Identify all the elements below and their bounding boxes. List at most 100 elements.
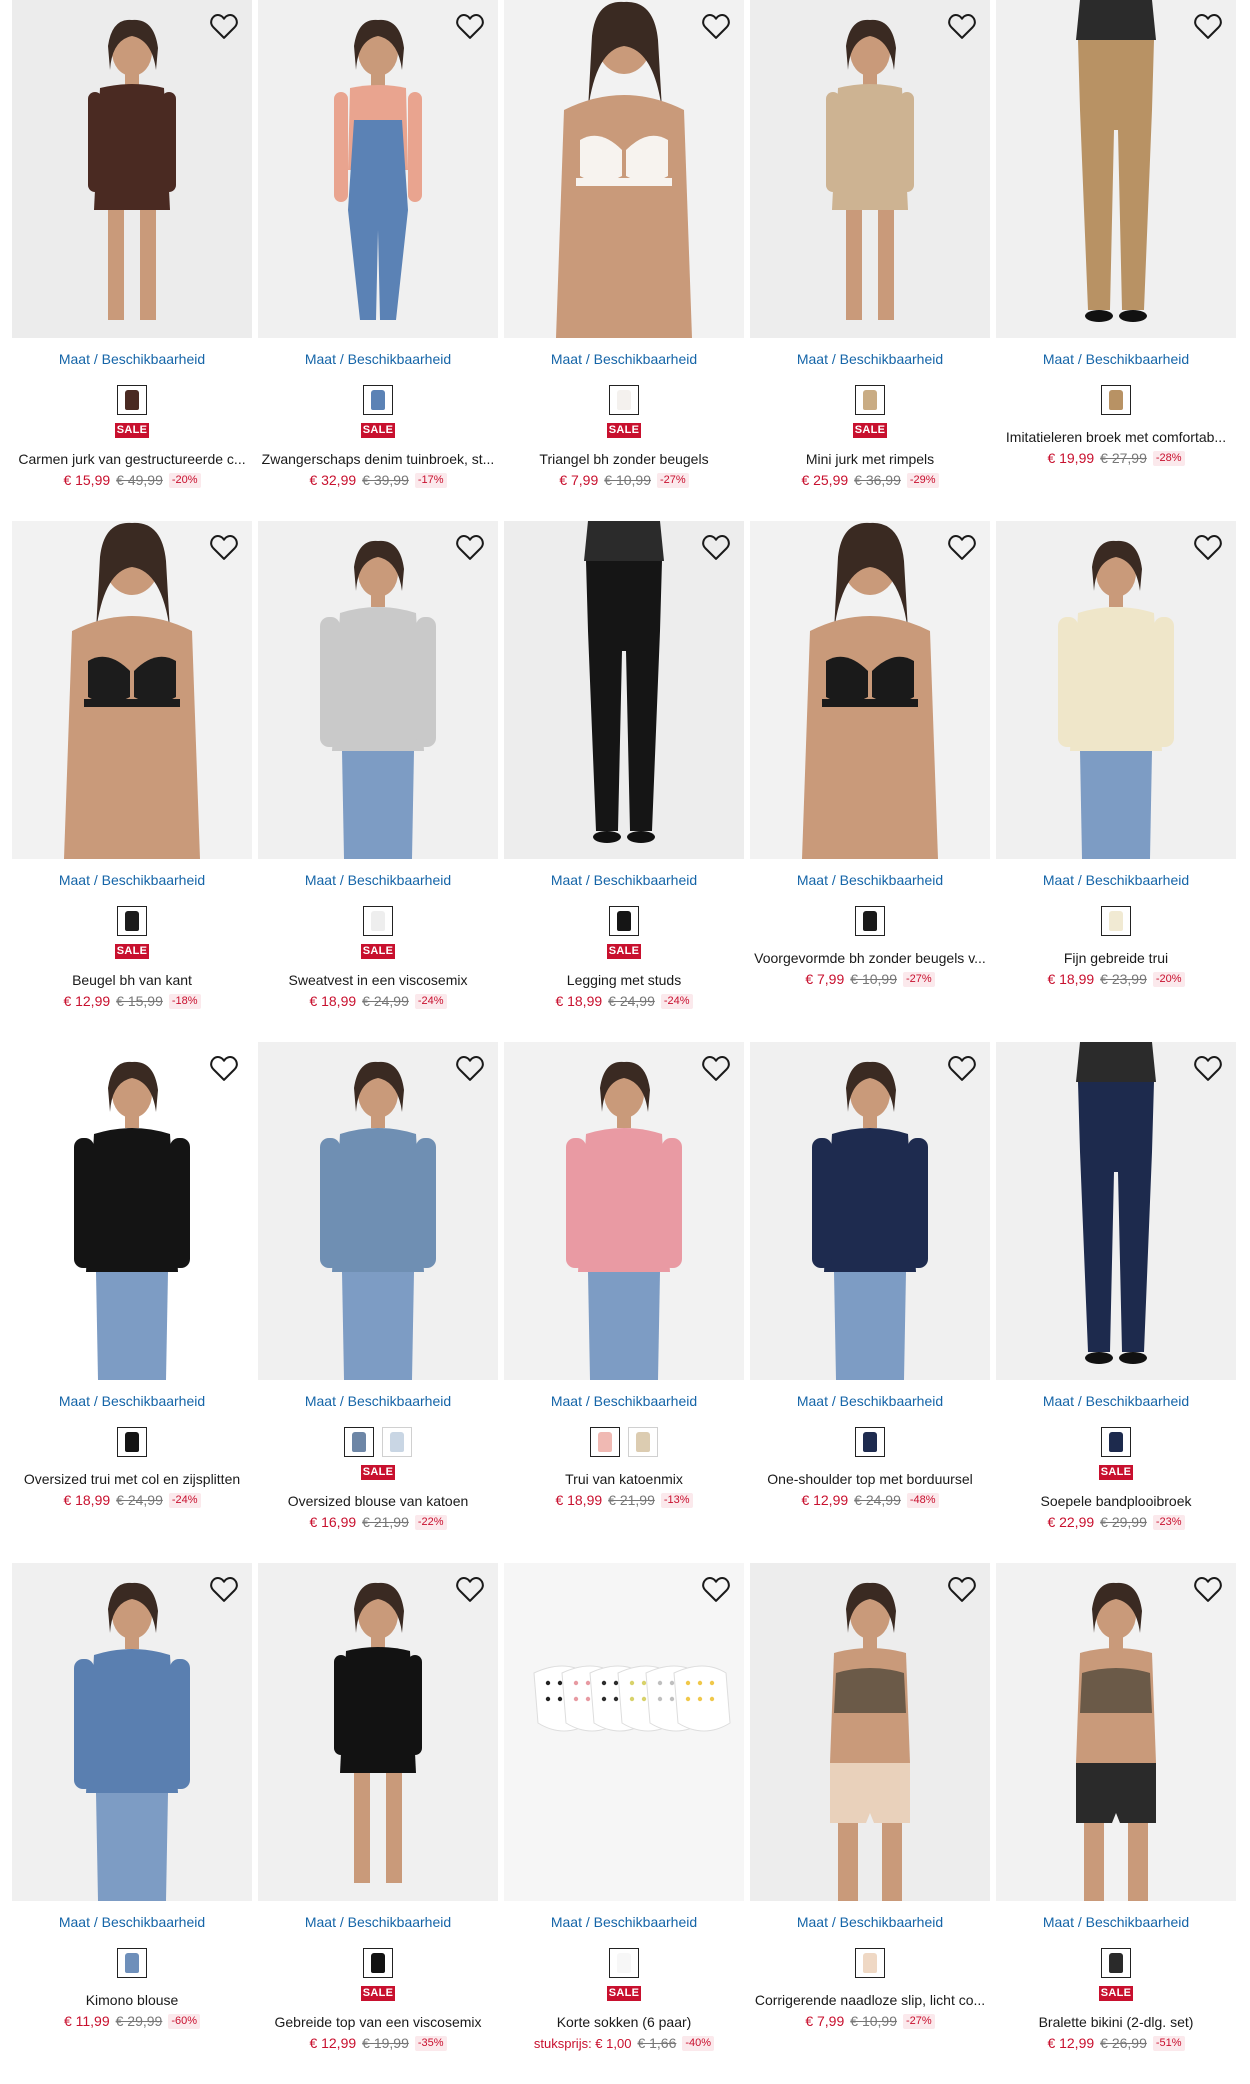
- wishlist-heart-icon[interactable]: [1192, 1573, 1224, 1605]
- color-swatch[interactable]: [855, 1427, 885, 1457]
- wishlist-heart-icon[interactable]: [946, 1573, 978, 1605]
- wishlist-heart-icon[interactable]: [454, 10, 486, 42]
- color-swatch[interactable]: [855, 906, 885, 936]
- wishlist-heart-icon[interactable]: [208, 10, 240, 42]
- product-card[interactable]: Maat / Beschikbaarheid SALE Legging met …: [504, 521, 744, 1042]
- product-card[interactable]: Maat / Beschikbaarheid SALE Triangel bh …: [504, 0, 744, 521]
- color-swatch[interactable]: [117, 1427, 147, 1457]
- product-name[interactable]: Voorgevormde bh zonder beugels v...: [750, 949, 990, 967]
- product-image[interactable]: [258, 1042, 498, 1380]
- product-image[interactable]: [996, 0, 1236, 338]
- product-card[interactable]: Maat / Beschikbaarheid SALE Carmen jurk …: [12, 0, 252, 521]
- product-name[interactable]: Oversized blouse van katoen: [258, 1492, 498, 1510]
- wishlist-heart-icon[interactable]: [208, 1052, 240, 1084]
- wishlist-heart-icon[interactable]: [1192, 1052, 1224, 1084]
- product-name[interactable]: Bralette bikini (2-dlg. set): [996, 2013, 1236, 2031]
- size-availability-link[interactable]: Maat / Beschikbaarheid: [12, 871, 252, 889]
- product-card[interactable]: Maat / Beschikbaarheid Imitatieleren bro…: [996, 0, 1236, 521]
- product-card[interactable]: Maat / Beschikbaarheid SALE Korte sokken…: [504, 1563, 744, 2084]
- product-name[interactable]: Triangel bh zonder beugels: [504, 450, 744, 468]
- color-swatch[interactable]: [590, 1427, 620, 1457]
- product-card[interactable]: Maat / Beschikbaarheid SALE Gebreide top…: [258, 1563, 498, 2084]
- color-swatch[interactable]: [609, 1948, 639, 1978]
- color-swatch[interactable]: [1101, 906, 1131, 936]
- product-image[interactable]: [996, 1563, 1236, 1901]
- color-swatch[interactable]: [344, 1427, 374, 1457]
- wishlist-heart-icon[interactable]: [1192, 531, 1224, 563]
- color-swatch[interactable]: [382, 1427, 412, 1457]
- product-card[interactable]: Maat / Beschikbaarheid Voorgevormde bh z…: [750, 521, 990, 1042]
- wishlist-heart-icon[interactable]: [208, 1573, 240, 1605]
- product-name[interactable]: Legging met studs: [504, 971, 744, 989]
- size-availability-link[interactable]: Maat / Beschikbaarheid: [258, 871, 498, 889]
- product-image[interactable]: [12, 1563, 252, 1901]
- product-card[interactable]: Maat / Beschikbaarheid Corrigerende naad…: [750, 1563, 990, 2084]
- product-name[interactable]: One-shoulder top met borduursel: [750, 1470, 990, 1488]
- product-image[interactable]: [504, 0, 744, 338]
- size-availability-link[interactable]: Maat / Beschikbaarheid: [12, 350, 252, 368]
- size-availability-link[interactable]: Maat / Beschikbaarheid: [504, 1913, 744, 1931]
- product-name[interactable]: Fijn gebreide trui: [996, 949, 1236, 967]
- product-name[interactable]: Kimono blouse: [12, 1991, 252, 2009]
- size-availability-link[interactable]: Maat / Beschikbaarheid: [996, 1913, 1236, 1931]
- size-availability-link[interactable]: Maat / Beschikbaarheid: [504, 871, 744, 889]
- product-image[interactable]: [504, 521, 744, 859]
- color-swatch[interactable]: [117, 385, 147, 415]
- product-image[interactable]: [750, 1563, 990, 1901]
- product-name[interactable]: Beugel bh van kant: [12, 971, 252, 989]
- color-swatch[interactable]: [1101, 1427, 1131, 1457]
- product-card[interactable]: Maat / Beschikbaarheid Kimono blouse € 1…: [12, 1563, 252, 2084]
- color-swatch[interactable]: [855, 1948, 885, 1978]
- color-swatch[interactable]: [363, 1948, 393, 1978]
- product-card[interactable]: Maat / Beschikbaarheid Oversized trui me…: [12, 1042, 252, 1563]
- size-availability-link[interactable]: Maat / Beschikbaarheid: [504, 1392, 744, 1410]
- color-swatch[interactable]: [855, 385, 885, 415]
- product-card[interactable]: Maat / Beschikbaarheid SALE Mini jurk me…: [750, 0, 990, 521]
- product-name[interactable]: Trui van katoenmix: [504, 1470, 744, 1488]
- color-swatch[interactable]: [117, 906, 147, 936]
- product-name[interactable]: Imitatieleren broek met comfortab...: [996, 428, 1236, 446]
- color-swatch[interactable]: [1101, 385, 1131, 415]
- wishlist-heart-icon[interactable]: [700, 10, 732, 42]
- wishlist-heart-icon[interactable]: [946, 1052, 978, 1084]
- size-availability-link[interactable]: Maat / Beschikbaarheid: [258, 1913, 498, 1931]
- product-name[interactable]: Zwangerschaps denim tuinbroek, st...: [258, 450, 498, 468]
- size-availability-link[interactable]: Maat / Beschikbaarheid: [750, 1392, 990, 1410]
- size-availability-link[interactable]: Maat / Beschikbaarheid: [12, 1913, 252, 1931]
- product-image[interactable]: [12, 1042, 252, 1380]
- product-name[interactable]: Gebreide top van een viscosemix: [258, 2013, 498, 2031]
- product-name[interactable]: Sweatvest in een viscosemix: [258, 971, 498, 989]
- size-availability-link[interactable]: Maat / Beschikbaarheid: [996, 871, 1236, 889]
- color-swatch[interactable]: [117, 1948, 147, 1978]
- product-card[interactable]: Maat / Beschikbaarheid SALE Soepele band…: [996, 1042, 1236, 1563]
- product-image[interactable]: [258, 521, 498, 859]
- size-availability-link[interactable]: Maat / Beschikbaarheid: [750, 871, 990, 889]
- product-name[interactable]: Mini jurk met rimpels: [750, 450, 990, 468]
- wishlist-heart-icon[interactable]: [946, 531, 978, 563]
- size-availability-link[interactable]: Maat / Beschikbaarheid: [12, 1392, 252, 1410]
- product-card[interactable]: Maat / Beschikbaarheid Trui van katoenmi…: [504, 1042, 744, 1563]
- product-card[interactable]: Maat / Beschikbaarheid One-shoulder top …: [750, 1042, 990, 1563]
- product-card[interactable]: Maat / Beschikbaarheid Fijn gebreide tru…: [996, 521, 1236, 1042]
- product-image[interactable]: [996, 1042, 1236, 1380]
- color-swatch[interactable]: [628, 1427, 658, 1457]
- product-card[interactable]: Maat / Beschikbaarheid SALE Beugel bh va…: [12, 521, 252, 1042]
- color-swatch[interactable]: [363, 385, 393, 415]
- product-image[interactable]: [12, 0, 252, 338]
- product-name[interactable]: Carmen jurk van gestructureerde c...: [12, 450, 252, 468]
- wishlist-heart-icon[interactable]: [454, 531, 486, 563]
- wishlist-heart-icon[interactable]: [700, 1573, 732, 1605]
- product-card[interactable]: Maat / Beschikbaarheid SALE Zwangerschap…: [258, 0, 498, 521]
- product-image[interactable]: [504, 1563, 744, 1901]
- wishlist-heart-icon[interactable]: [454, 1573, 486, 1605]
- size-availability-link[interactable]: Maat / Beschikbaarheid: [750, 1913, 990, 1931]
- wishlist-heart-icon[interactable]: [208, 531, 240, 563]
- product-name[interactable]: Oversized trui met col en zijsplitten: [12, 1470, 252, 1488]
- product-card[interactable]: Maat / Beschikbaarheid SALE Sweatvest in…: [258, 521, 498, 1042]
- product-image[interactable]: [750, 0, 990, 338]
- wishlist-heart-icon[interactable]: [700, 1052, 732, 1084]
- wishlist-heart-icon[interactable]: [454, 1052, 486, 1084]
- color-swatch[interactable]: [609, 906, 639, 936]
- size-availability-link[interactable]: Maat / Beschikbaarheid: [258, 1392, 498, 1410]
- color-swatch[interactable]: [363, 906, 393, 936]
